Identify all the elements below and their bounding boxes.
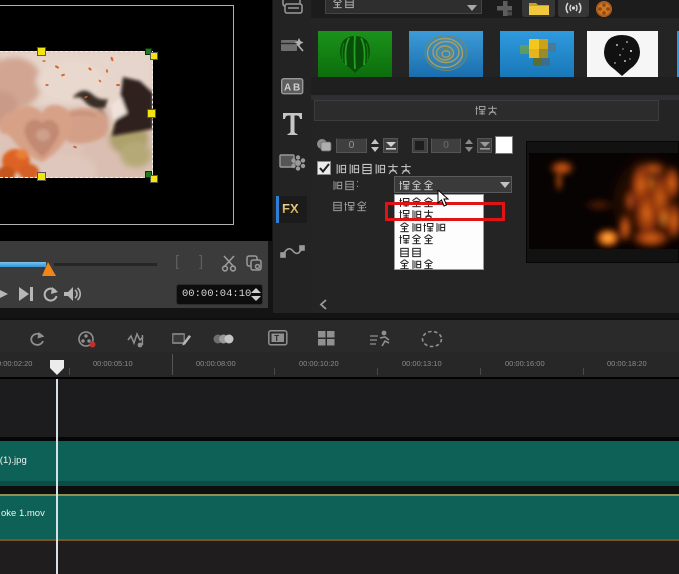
svg-text:T: T xyxy=(274,334,279,343)
svg-text:B: B xyxy=(293,83,300,94)
svg-text:A: A xyxy=(284,83,291,94)
